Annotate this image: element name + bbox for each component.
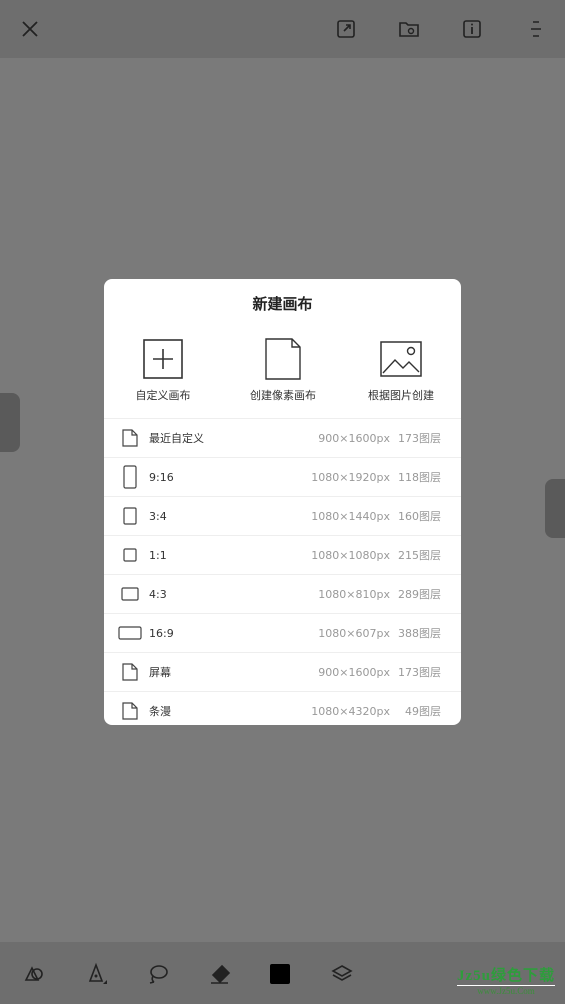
portrait-9-16-icon xyxy=(117,462,143,492)
document-icon xyxy=(117,657,143,687)
landscape-4-3-icon xyxy=(117,579,143,609)
square-icon xyxy=(117,540,143,570)
info-icon[interactable] xyxy=(457,14,487,44)
pixel-canvas-button[interactable]: 创建像素画布 xyxy=(228,337,338,403)
landscape-16-9-icon xyxy=(117,618,143,648)
plus-canvas-icon xyxy=(108,337,218,381)
preset-row-9-16[interactable]: 9:16 1080×1920px 118图层 xyxy=(104,457,461,496)
preset-layers: 173图层 xyxy=(398,432,441,445)
custom-canvas-button[interactable]: 自定义画布 xyxy=(108,337,218,403)
preset-row-4-3[interactable]: 4:3 1080×810px 289图层 xyxy=(104,574,461,613)
preset-size: 900×1600px xyxy=(318,665,390,679)
custom-canvas-label: 自定义画布 xyxy=(135,389,191,402)
preset-size: 1080×4320px xyxy=(311,704,390,718)
watermark-title: Jz5u绿色下载 xyxy=(456,968,555,984)
preset-size: 900×1600px xyxy=(318,431,390,445)
preset-name: 3:4 xyxy=(149,509,167,523)
preset-name: 1:1 xyxy=(149,548,167,562)
export-icon[interactable] xyxy=(331,14,361,44)
preset-layers: 215图层 xyxy=(398,549,441,562)
eraser-icon[interactable] xyxy=(206,960,234,988)
preset-name: 9:16 xyxy=(149,470,174,484)
preset-size: 1080×607px xyxy=(318,626,390,640)
menu-icon[interactable] xyxy=(521,14,551,44)
preset-row-webtoon[interactable]: 条漫 1080×4320px 49图层 xyxy=(104,691,461,725)
opacity-slider-handle[interactable] xyxy=(545,479,565,538)
preset-layers: 160图层 xyxy=(398,510,441,523)
top-toolbar xyxy=(0,0,565,58)
bottom-toolbar: Jz5u绿色下载 www.Jz5u.Com xyxy=(0,942,565,1004)
preset-layers: 118图层 xyxy=(398,471,441,484)
preset-row-1-1[interactable]: 1:1 1080×1080px 215图层 xyxy=(104,535,461,574)
color-swatch-icon[interactable] xyxy=(266,960,294,988)
preset-name: 4:3 xyxy=(149,587,167,601)
preset-size: 1080×810px xyxy=(318,587,390,601)
layers-icon[interactable] xyxy=(328,960,356,988)
brush-size-slider-handle[interactable] xyxy=(0,393,20,452)
preset-name: 16:9 xyxy=(149,626,174,640)
preset-layers: 289图层 xyxy=(398,588,441,601)
preset-size: 1080×1920px xyxy=(311,470,390,484)
watermark-logo: Jz5u绿色下载 www.Jz5u.Com xyxy=(456,964,555,996)
preset-row-recent-custom[interactable]: 最近自定义 900×1600px 173图层 xyxy=(104,418,461,457)
pen-icon[interactable] xyxy=(82,960,110,988)
document-icon xyxy=(117,423,143,453)
preset-name: 条漫 xyxy=(149,705,171,718)
portrait-3-4-icon xyxy=(117,501,143,531)
close-icon[interactable] xyxy=(15,14,45,44)
document-icon xyxy=(117,696,143,725)
preset-layers: 49图层 xyxy=(405,705,441,718)
dialog-title: 新建画布 xyxy=(252,295,313,313)
from-image-label: 根据图片创建 xyxy=(368,389,434,402)
document-icon xyxy=(228,337,338,381)
lasso-icon[interactable] xyxy=(144,960,172,988)
preset-row-16-9[interactable]: 16:9 1080×607px 388图层 xyxy=(104,613,461,652)
canvas-preset-list: 最近自定义 900×1600px 173图层 9:16 1080×1920px … xyxy=(104,418,461,725)
preset-size: 1080×1440px xyxy=(311,509,390,523)
preset-row-3-4[interactable]: 3:4 1080×1440px 160图层 xyxy=(104,496,461,535)
watermark-url: www.Jz5u.Com xyxy=(456,985,555,996)
preset-row-screen[interactable]: 屏幕 900×1600px 173图层 xyxy=(104,652,461,691)
preset-name: 最近自定义 xyxy=(149,432,204,445)
gallery-folder-icon[interactable] xyxy=(394,14,424,44)
pixel-canvas-label: 创建像素画布 xyxy=(250,389,316,402)
image-icon xyxy=(346,337,456,381)
new-canvas-dialog: 新建画布 自定义画布 创建像素画布 根据图片创建 最近自定义 900×1600p… xyxy=(104,279,461,725)
preset-layers: 173图层 xyxy=(398,666,441,679)
preset-name: 屏幕 xyxy=(149,666,171,679)
preset-size: 1080×1080px xyxy=(311,548,390,562)
from-image-button[interactable]: 根据图片创建 xyxy=(346,337,456,403)
preset-layers: 388图层 xyxy=(398,627,441,640)
shapes-icon[interactable] xyxy=(20,960,48,988)
